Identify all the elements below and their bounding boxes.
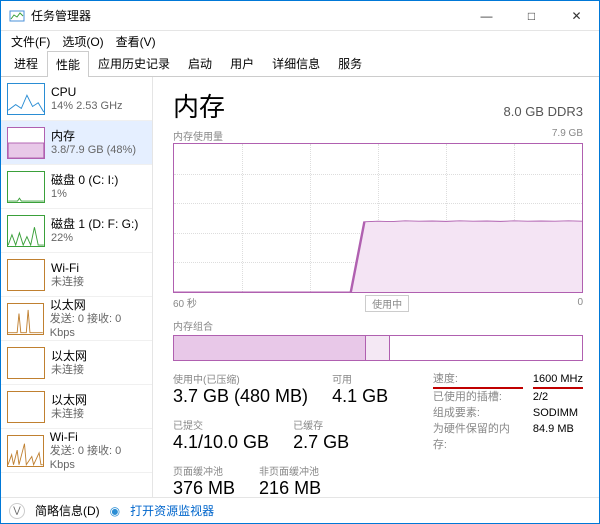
minimize-button[interactable]: — xyxy=(464,1,509,31)
thumb-cpu xyxy=(7,83,45,115)
meta-column: 速度: 1600 MHz 已使用的插槽: 2/2 组成要素: SODIMM 为硬件保留… xyxy=(433,371,583,497)
meta-hw-v: 84.9 MB xyxy=(533,421,574,453)
stat-avail-label: 可用 xyxy=(332,371,388,386)
sidebar-title: CPU xyxy=(51,85,123,99)
sidebar-sub: 未连接 xyxy=(51,275,84,289)
menu-options[interactable]: 选项(O) xyxy=(58,33,107,50)
thumb-disk xyxy=(7,171,45,203)
tab-history[interactable]: 应用历史记录 xyxy=(89,50,179,76)
sidebar-title: Wi-Fi xyxy=(50,430,146,444)
open-resource-monitor[interactable]: 打开资源监视器 xyxy=(130,502,214,519)
stat-paged-value: 376 MB xyxy=(173,478,235,497)
brief-info-link[interactable]: 简略信息(D) xyxy=(35,502,100,519)
thumb-eth2 xyxy=(7,347,45,379)
window-title: 任务管理器 xyxy=(31,7,464,24)
sidebar-title: 内存 xyxy=(51,129,136,143)
sidebar-item-wifi[interactable]: Wi-Fi未连接 xyxy=(1,253,152,297)
sidebar-sub: 发送: 0 接收: 0 Kbps xyxy=(50,444,146,472)
usage-badge: 使用中 xyxy=(365,295,409,312)
sidebar-item-eth2[interactable]: 以太网未连接 xyxy=(1,341,152,385)
menu-file[interactable]: 文件(F) xyxy=(7,33,54,50)
sidebar-item-mem[interactable]: 内存3.8/7.9 GB (48%) xyxy=(1,121,152,165)
app-icon xyxy=(9,8,25,24)
meta-form-v: SODIMM xyxy=(533,405,578,421)
sidebar-item-eth[interactable]: 以太网发送: 0 接收: 0 Kbps xyxy=(1,297,152,341)
sidebar-title: 以太网 xyxy=(50,298,146,312)
sidebar-title: 磁盘 0 (C: I:) xyxy=(51,173,118,187)
sidebar-item-disk2[interactable]: 磁盘 1 (D: F: G:)22% xyxy=(1,209,152,253)
sidebar-item-wifi2[interactable]: Wi-Fi发送: 0 接收: 0 Kbps xyxy=(1,429,152,473)
stat-paged-label: 页面缓冲池 xyxy=(173,463,235,478)
chart-bottom-right: 0 xyxy=(577,297,583,308)
composition-label: 内存组合 xyxy=(173,318,583,333)
sidebar-title: 以太网 xyxy=(51,393,87,407)
stat-commit-value: 4.1/10.0 GB xyxy=(173,432,269,453)
sidebar-title: Wi-Fi xyxy=(51,261,84,275)
meta-hw-k: 为硬件保留的内存: xyxy=(433,421,523,453)
collapse-icon[interactable]: ⋁ xyxy=(9,503,25,519)
menubar: 文件(F) 选项(O) 查看(V) xyxy=(1,31,599,51)
tab-users[interactable]: 用户 xyxy=(221,50,263,76)
thumb-wifi xyxy=(7,259,45,291)
chart-top-right: 7.9 GB xyxy=(552,128,583,143)
sidebar-item-disk[interactable]: 磁盘 0 (C: I:)1% xyxy=(1,165,152,209)
sidebar-sub: 3.8/7.9 GB (48%) xyxy=(51,143,136,157)
meta-slots-k: 已使用的插槽: xyxy=(433,389,523,405)
stat-used-label: 使用中(已压缩) xyxy=(173,371,308,386)
composition-chart xyxy=(173,335,583,361)
tab-processes[interactable]: 进程 xyxy=(5,50,47,76)
chart-bottom-left: 60 秒 xyxy=(173,295,197,310)
footer: ⋁ 简略信息(D) ◉ 打开资源监视器 xyxy=(1,497,599,523)
meta-slots-v: 2/2 xyxy=(533,389,548,405)
page-title: 内存 xyxy=(173,87,225,124)
thumb-eth xyxy=(7,303,44,335)
resource-monitor-icon: ◉ xyxy=(110,504,120,518)
tab-services[interactable]: 服务 xyxy=(329,50,371,76)
sidebar-sub: 1% xyxy=(51,187,118,201)
tab-startup[interactable]: 启动 xyxy=(179,50,221,76)
close-button[interactable]: ✕ xyxy=(554,1,599,31)
sidebar-sub: 未连接 xyxy=(51,363,87,377)
sidebar-item-cpu[interactable]: CPU14% 2.53 GHz xyxy=(1,77,152,121)
tab-details[interactable]: 详细信息 xyxy=(263,50,329,76)
stat-commit-label: 已提交 xyxy=(173,417,269,432)
stat-avail-value: 4.1 GB xyxy=(332,386,388,407)
meta-speed-v: 1600 MHz xyxy=(533,371,583,389)
thumb-disk2 xyxy=(7,215,45,247)
stat-used-value: 3.7 GB (480 MB) xyxy=(173,386,308,407)
thumb-mem xyxy=(7,127,45,159)
menu-view[interactable]: 查看(V) xyxy=(112,33,160,50)
memory-spec: 8.0 GB DDR3 xyxy=(504,104,583,119)
sidebar: CPU14% 2.53 GHz内存3.8/7.9 GB (48%)磁盘 0 (C… xyxy=(1,77,153,497)
stat-cached-label: 已缓存 xyxy=(293,417,349,432)
thumb-eth3 xyxy=(7,391,45,423)
titlebar[interactable]: 任务管理器 — □ ✕ xyxy=(1,1,599,31)
chart-top-label: 内存使用量 xyxy=(173,128,223,143)
maximize-button[interactable]: □ xyxy=(509,1,554,31)
stat-nonpaged-label: 非页面缓冲池 xyxy=(259,463,321,478)
memory-chart xyxy=(173,143,583,293)
thumb-wifi2 xyxy=(7,435,44,467)
stat-nonpaged-value: 216 MB xyxy=(259,478,321,497)
meta-speed-k: 速度: xyxy=(433,371,523,389)
sidebar-sub: 发送: 0 接收: 0 Kbps xyxy=(50,312,146,340)
sidebar-sub: 未连接 xyxy=(51,407,87,421)
sidebar-sub: 14% 2.53 GHz xyxy=(51,99,123,113)
main-panel: 内存 8.0 GB DDR3 内存使用量 7.9 GB 60 秒 使用中 xyxy=(153,77,599,497)
sidebar-item-eth3[interactable]: 以太网未连接 xyxy=(1,385,152,429)
sidebar-title: 磁盘 1 (D: F: G:) xyxy=(51,217,138,231)
sidebar-sub: 22% xyxy=(51,231,138,245)
stat-cached-value: 2.7 GB xyxy=(293,432,349,453)
meta-form-k: 组成要素: xyxy=(433,405,523,421)
tabs: 进程 性能 应用历史记录 启动 用户 详细信息 服务 xyxy=(1,51,599,77)
sidebar-title: 以太网 xyxy=(51,349,87,363)
tab-performance[interactable]: 性能 xyxy=(47,51,89,77)
